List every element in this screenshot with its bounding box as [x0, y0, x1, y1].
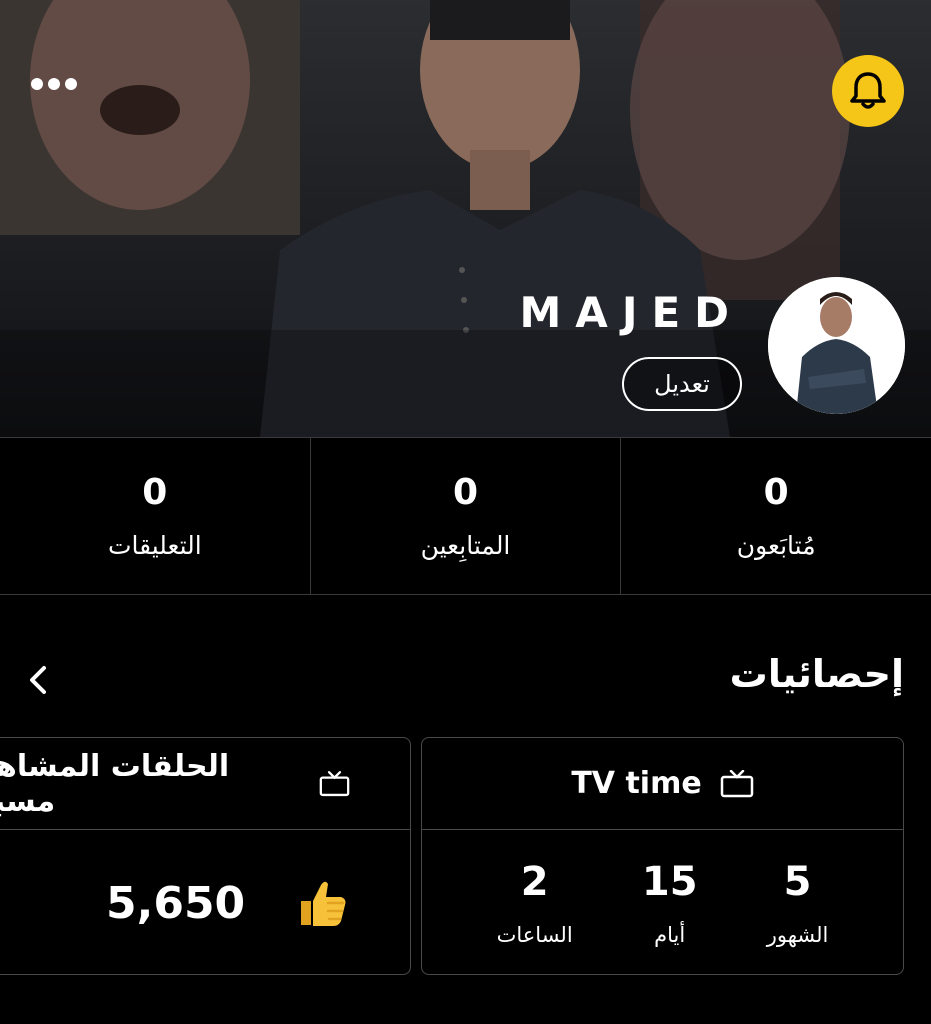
follow-counts-row: 0 التعليقات 0 المتابِعين 0 مُتابَعون — [0, 437, 931, 595]
more-options-button[interactable] — [22, 62, 86, 106]
thumbs-up-icon — [301, 881, 346, 926]
hours-value: 2 — [520, 859, 549, 905]
following-count-label: مُتابَعون — [736, 531, 816, 560]
episodes-watched-card[interactable]: الحلقات المشاهدة مسبقًا 5,650 — [0, 737, 411, 975]
more-dot — [65, 78, 77, 90]
days-label: أيام — [654, 923, 686, 947]
tv-time-title: TV time — [571, 766, 702, 801]
avatar[interactable] — [768, 277, 905, 414]
episodes-values: 5,650 — [0, 830, 410, 976]
episodes-title: الحلقات المشاهدة مسبقًا — [0, 748, 230, 819]
comments-count[interactable]: 0 التعليقات — [0, 438, 310, 594]
bell-icon — [850, 72, 886, 109]
tv-icon — [319, 770, 350, 796]
more-dot — [48, 78, 60, 90]
comments-count-label: التعليقات — [107, 531, 202, 560]
following-count[interactable]: 0 مُتابَعون — [620, 438, 931, 594]
months-stat: 5 الشهور — [767, 859, 829, 947]
followers-count[interactable]: 0 المتابِعين — [309, 438, 621, 594]
edit-profile-button[interactable]: تعديل — [622, 357, 742, 411]
episodes-header: الحلقات المشاهدة مسبقًا — [0, 738, 410, 830]
avatar-image — [768, 277, 905, 414]
months-label: الشهور — [766, 923, 829, 947]
profile-cover: MAJED تعديل — [0, 0, 931, 437]
tv-time-header: TV time — [422, 738, 903, 830]
months-value: 5 — [783, 859, 812, 905]
chevron-left-icon[interactable] — [22, 660, 54, 700]
comments-count-value: 0 — [142, 472, 168, 513]
tv-time-card[interactable]: TV time 2 الساعات 15 أيام 5 الشهور — [421, 737, 904, 975]
days-stat: 15 أيام — [642, 859, 698, 947]
episodes-count: 5,650 — [106, 877, 246, 929]
tv-time-values: 2 الساعات 15 أيام 5 الشهور — [422, 830, 903, 976]
hours-stat: 2 الساعات — [497, 859, 573, 947]
more-dot — [31, 78, 43, 90]
following-count-value: 0 — [763, 472, 789, 513]
followers-count-value: 0 — [452, 472, 479, 513]
followers-count-label: المتابِعين — [420, 531, 511, 560]
notifications-button[interactable] — [832, 55, 904, 127]
tv-icon — [720, 769, 753, 797]
hours-label: الساعات — [496, 923, 573, 947]
days-value: 15 — [641, 859, 698, 905]
profile-username: MAJED — [519, 288, 743, 337]
stats-title: إحصائيات — [729, 652, 904, 696]
